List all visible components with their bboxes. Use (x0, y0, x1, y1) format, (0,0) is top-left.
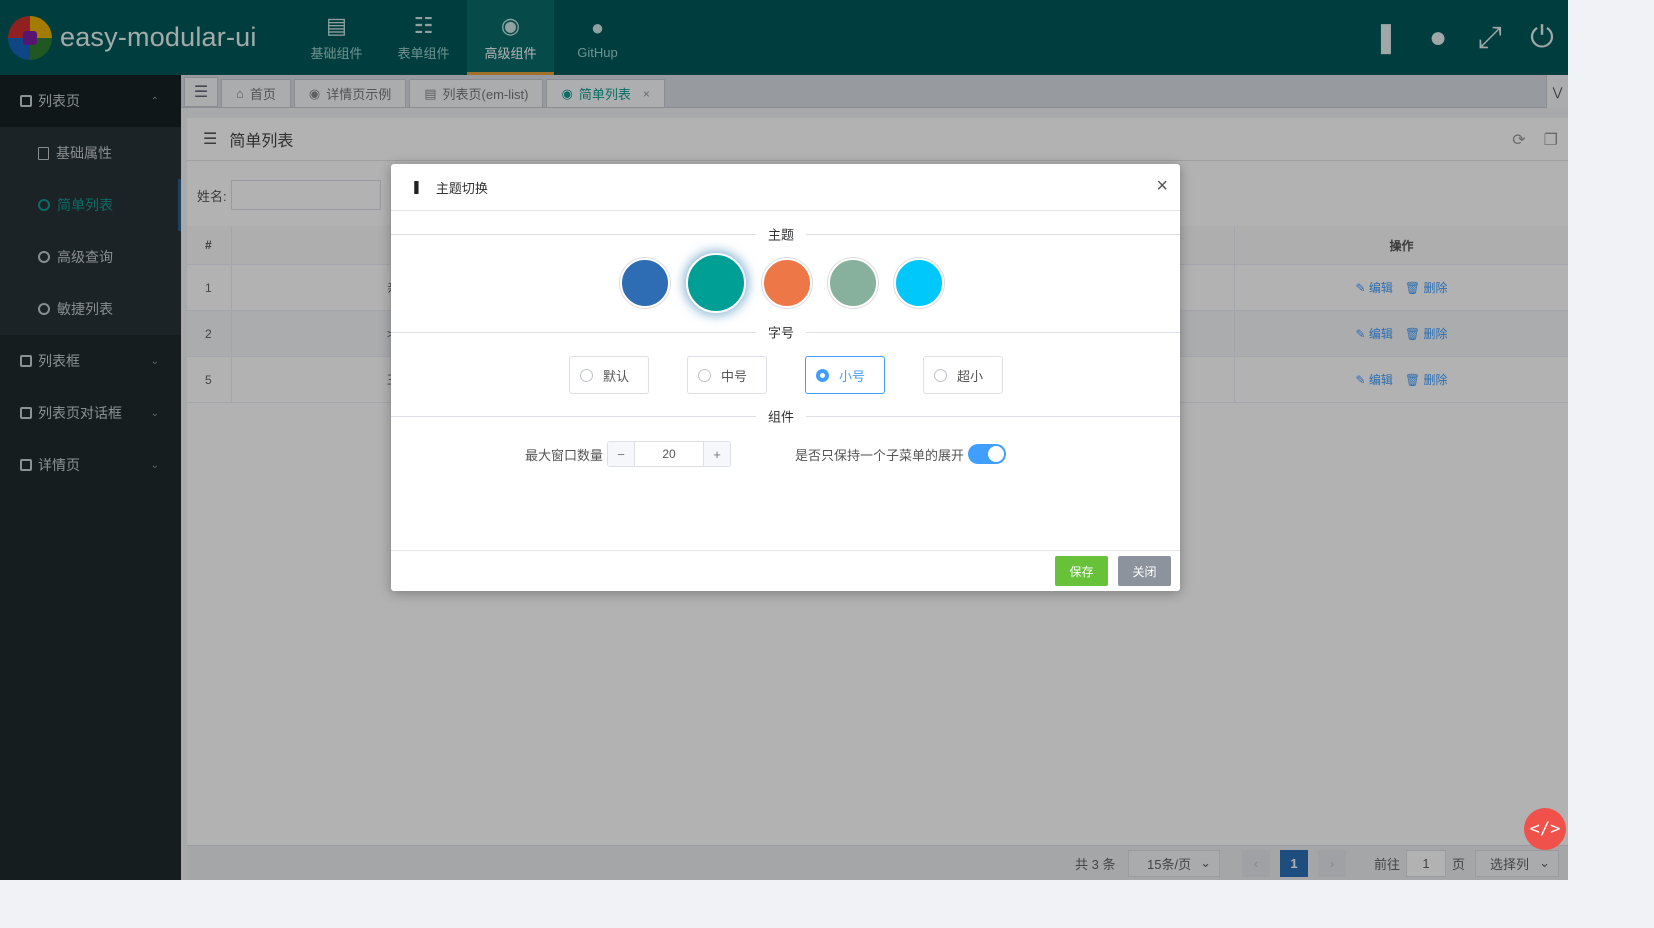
divider-component: 组件 (391, 406, 1180, 426)
divider-font: 字号 (391, 322, 1180, 342)
font-size-options: 默认 中号 小号 超小 (569, 356, 1003, 394)
theme-swatch[interactable] (828, 258, 878, 308)
dialog-footer: 保存 关闭 (391, 550, 1180, 591)
section-component-label: 组件 (756, 406, 807, 426)
theme-swatch[interactable] (762, 258, 812, 308)
close-button[interactable]: 关闭 (1118, 556, 1171, 586)
dialog-header: ❚ 主题切换 × (391, 164, 1180, 211)
max-windows-field: 最大窗口数量 − 20 + (525, 441, 732, 467)
font-size-label: 小号 (839, 368, 866, 384)
radio-dot (698, 368, 711, 382)
font-size-radio[interactable]: 默认 (569, 356, 649, 394)
increment-button[interactable]: + (704, 442, 731, 466)
decrement-button[interactable]: − (608, 442, 635, 466)
section-theme-label: 主题 (756, 224, 807, 244)
theme-swatch[interactable] (620, 258, 670, 308)
font-size-radio[interactable]: 中号 (687, 356, 767, 394)
radio-dot (816, 368, 829, 382)
font-size-label: 超小 (957, 368, 984, 384)
theme-swatches (620, 253, 944, 313)
theme-swatch[interactable] (686, 253, 746, 313)
save-button[interactable]: 保存 (1055, 556, 1108, 586)
font-size-label: 中号 (721, 368, 748, 384)
dialog-title: 主题切换 (435, 180, 488, 196)
section-font-label: 字号 (756, 322, 807, 342)
theme-swatch[interactable] (894, 258, 944, 308)
max-windows-input[interactable]: 20 (634, 442, 705, 466)
max-windows-label: 最大窗口数量 (525, 447, 604, 463)
font-size-radio[interactable]: 超小 (923, 356, 1003, 394)
radio-dot (580, 368, 593, 382)
single-submenu-toggle[interactable] (968, 444, 1007, 464)
max-windows-stepper: − 20 + (607, 441, 732, 467)
theme-dialog: ❚ 主题切换 × 主题 字号 默认 中号 小号 超小 组件 最大窗口数量 − 2… (391, 164, 1180, 591)
shirt-icon: ❚ (411, 179, 422, 194)
code-fab-button[interactable]: </> (1524, 808, 1566, 850)
close-icon[interactable]: × (1156, 176, 1168, 196)
font-size-label: 默认 (603, 368, 630, 384)
radio-dot (934, 368, 947, 382)
single-submenu-label: 是否只保持一个子菜单的展开 (795, 447, 965, 463)
single-submenu-field: 是否只保持一个子菜单的展开 (795, 444, 1007, 464)
divider-theme: 主题 (391, 224, 1180, 244)
font-size-radio[interactable]: 小号 (805, 356, 885, 394)
